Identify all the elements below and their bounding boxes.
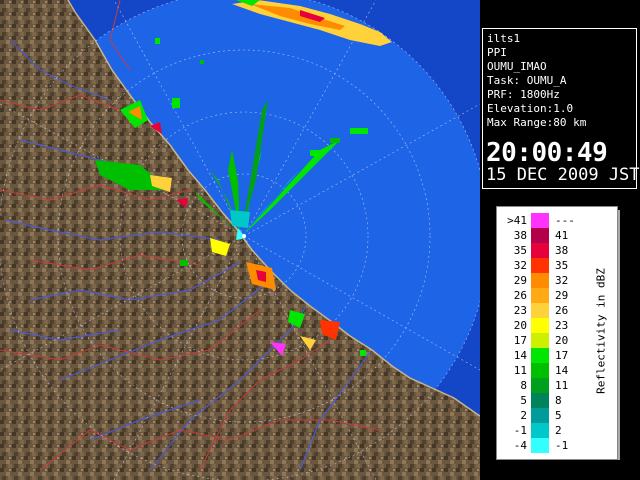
scan-info-box: ilts1 PPI OUMU_IMAO Task: OUMU_A PRF: 18… [482, 28, 640, 189]
legend-low-label: 14 [513, 349, 527, 362]
legend-color-swatch [531, 288, 549, 303]
legend-color-swatch [531, 303, 549, 318]
legend-high-label: 14 [555, 364, 569, 377]
legend-title: Reflectivity in dBZ [594, 268, 608, 394]
legend-high-label: 17 [555, 349, 569, 362]
legend-color-swatch [531, 213, 549, 228]
legend-color-swatch [531, 273, 549, 288]
legend-low-label: 32 [513, 259, 527, 272]
legend-color-swatch [531, 243, 549, 258]
legend-low-label: 26 [513, 289, 527, 302]
task-name: Task: OUMU_A [487, 74, 567, 87]
prf-value: PRF: 1800Hz [487, 88, 560, 101]
legend-high-label: 8 [555, 394, 562, 407]
legend-high-label: 23 [555, 319, 569, 332]
legend-high-label: -1 [555, 439, 569, 452]
legend-color-swatch [531, 378, 549, 393]
max-range-value: Max Range:80 km [487, 116, 587, 129]
legend-color-swatch [531, 438, 549, 453]
legend-high-label: 35 [555, 259, 569, 272]
legend-low-label: -4 [513, 439, 527, 452]
legend-high-label: 11 [555, 379, 569, 392]
legend-low-label: 2 [520, 409, 527, 422]
legend-high-label: 32 [555, 274, 569, 287]
legend-color-swatch [531, 408, 549, 423]
legend-low-label: -1 [513, 424, 527, 437]
legend-low-label: 8 [520, 379, 527, 392]
legend-low-label: 17 [513, 334, 527, 347]
legend-high-label: 38 [555, 244, 569, 257]
scan-date: 15 DEC 2009 JST [486, 165, 640, 185]
legend-color-swatch [531, 258, 549, 273]
legend-high-label: 5 [555, 409, 562, 422]
reflectivity-legend: Reflectivity in dBZ >41 --- 38 41 35 38 32 35 29… [496, 206, 618, 460]
legend-high-label: 29 [555, 289, 569, 302]
legend-low-label: 5 [520, 394, 527, 407]
legend-high-label: 2 [555, 424, 562, 437]
legend-high-label: 20 [555, 334, 569, 347]
legend-high-label: --- [555, 214, 575, 227]
legend-low-label: 20 [513, 319, 527, 332]
legend-color-swatch [531, 423, 549, 438]
station-name: OUMU_IMAO [487, 60, 547, 73]
legend-color-swatch [531, 333, 549, 348]
legend-low-label: 38 [513, 229, 527, 242]
scan-time: 20:00:49 [486, 138, 608, 168]
elevation-value: Elevation:1.0 [487, 102, 574, 115]
legend-color-swatch [531, 318, 549, 333]
radar-ppi-map[interactable] [0, 0, 480, 480]
site-name: ilts1 [487, 32, 521, 45]
legend-color-swatch [531, 393, 549, 408]
legend-low-label: >41 [507, 214, 527, 227]
legend-color-swatch [531, 348, 549, 363]
legend-low-label: 29 [513, 274, 527, 287]
legend-low-label: 23 [513, 304, 527, 317]
radar-site-marker [242, 234, 246, 238]
product-type: PPI [487, 46, 507, 59]
legend-high-label: 26 [555, 304, 569, 317]
legend-color-swatch [531, 228, 549, 243]
legend-high-label: 41 [555, 229, 569, 242]
legend-low-label: 11 [513, 364, 527, 377]
legend-low-label: 35 [513, 244, 527, 257]
legend-color-swatch [531, 363, 549, 378]
